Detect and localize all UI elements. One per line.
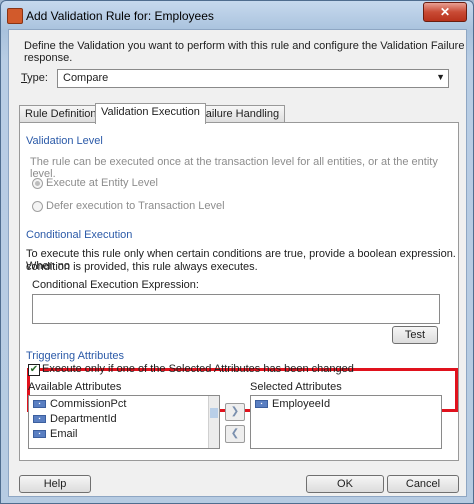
available-heading: Available Attributes [28,381,122,393]
dialog-window: Add Validation Rule for: Employees ✕ Def… [0,0,474,504]
attribute-icon: ▪ [33,430,46,439]
tab-failure-handling[interactable]: Failure Handling [193,105,286,122]
help-button[interactable]: Help [19,475,91,493]
validation-execution-panel: Validation Level The rule can be execute… [19,122,459,461]
list-item[interactable]: ▪ Email [33,428,78,442]
close-button[interactable]: ✕ [423,2,467,22]
triggering-heading: Triggering Attributes [26,350,125,362]
conditional-heading: Conditional Execution [26,229,133,241]
attribute-icon: ▪ [33,415,46,424]
tab-validation-execution[interactable]: Validation Execution [95,103,206,124]
execute-only-checkbox[interactable]: ✔ [28,364,40,376]
window-title: Add Validation Rule for: Employees [26,9,214,23]
type-select[interactable]: Compare ▼ [57,69,449,88]
scrollbar-thumb[interactable] [210,408,218,418]
radio-transaction-level[interactable] [32,201,43,212]
expression-input[interactable] [32,294,440,324]
chevron-down-icon[interactable]: ▼ [436,72,445,82]
attribute-icon: ▪ [33,400,46,409]
radio-transaction-level-label: Defer execution to Transaction Level [46,200,225,212]
radio-entity-level-label: Execute at Entity Level [46,177,158,189]
move-left-button[interactable]: ❮ [225,425,245,443]
type-label: Type: [21,72,48,84]
list-item-label: CommissionPct [50,398,127,410]
dialog-description: Define the Validation you want to perfor… [24,40,465,64]
validation-level-heading: Validation Level [26,135,103,147]
radio-entity-level[interactable] [32,178,43,189]
list-item[interactable]: ▪ DepartmentId [33,413,117,427]
dialog-body: Define the Validation you want to perfor… [8,29,467,497]
selected-heading: Selected Attributes [250,381,342,393]
radio-dot [35,181,40,186]
available-list[interactable]: ▪ CommissionPct ▪ DepartmentId ▪ Email [28,395,220,449]
execute-only-label: Execute only if one of the Selected Attr… [42,363,354,375]
ok-button[interactable]: OK [306,475,384,493]
test-button[interactable]: Test [392,326,438,344]
title-bar[interactable]: Add Validation Rule for: Employees ✕ [1,1,473,29]
attribute-icon: ▪ [255,400,268,409]
tab-rule-definition[interactable]: Rule Definition [19,105,103,122]
move-right-button[interactable]: ❯ [225,403,245,421]
list-item[interactable]: ▪ EmployeeId [255,398,330,412]
expression-label: Conditional Execution Expression: [32,279,199,291]
list-item-label: EmployeeId [272,398,331,410]
list-item[interactable]: ▪ CommissionPct [33,398,126,412]
selected-list[interactable]: ▪ EmployeeId [250,395,442,449]
list-item-label: DepartmentId [50,413,117,425]
type-select-value: Compare [63,72,109,84]
list-item-label: Email [50,428,78,440]
app-icon [7,8,23,24]
scrollbar[interactable] [208,396,219,448]
conditional-text-2: condition is provided, this rule always … [26,261,258,273]
cancel-button[interactable]: Cancel [387,475,459,493]
